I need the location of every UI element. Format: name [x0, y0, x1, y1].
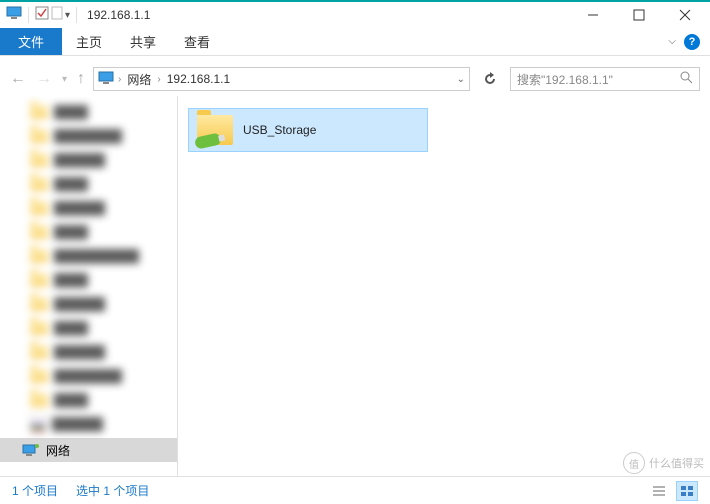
- refresh-button[interactable]: [478, 67, 502, 91]
- tree-item[interactable]: ████: [0, 220, 177, 244]
- close-button[interactable]: [662, 2, 708, 28]
- breadcrumb-host[interactable]: 192.168.1.1: [165, 72, 232, 86]
- view-large-icons-button[interactable]: [676, 481, 698, 501]
- checkbox-icon[interactable]: [35, 6, 49, 25]
- network-icon: [22, 442, 40, 459]
- navigation-tree[interactable]: ████ ████████ ██████ ████ ██████ ████ ██…: [0, 96, 178, 476]
- content-pane[interactable]: USB_Storage: [178, 96, 710, 476]
- view-details-button[interactable]: [648, 481, 670, 501]
- back-button[interactable]: ←: [10, 70, 26, 88]
- up-button[interactable]: ↑: [77, 70, 85, 88]
- status-selection: 选中 1 个项目: [76, 482, 149, 499]
- tree-item[interactable]: ████████: [0, 124, 177, 148]
- breadcrumb-network[interactable]: 网络: [125, 71, 153, 88]
- address-row: ← → ▾ ↑ › 网络 › 192.168.1.1 ⌄ 搜索"192.168.…: [0, 62, 710, 96]
- watermark-icon: 值: [623, 452, 645, 474]
- address-dropdown-icon[interactable]: ⌄: [457, 74, 465, 85]
- search-icon: [680, 71, 693, 87]
- tree-item[interactable]: ████: [0, 268, 177, 292]
- watermark: 值 什么值得买: [623, 452, 704, 474]
- tree-item[interactable]: ██████: [0, 412, 177, 436]
- status-bar: 1 个项目 选中 1 个项目: [0, 476, 710, 504]
- chevron-right-icon[interactable]: ›: [118, 74, 121, 85]
- window-title: 192.168.1.1: [87, 8, 150, 22]
- ribbon: 文件 主页 共享 查看 ⌵ ?: [0, 28, 710, 56]
- main-area: ████ ████████ ██████ ████ ██████ ████ ██…: [0, 96, 710, 476]
- tree-item[interactable]: ██████: [0, 292, 177, 316]
- file-tab[interactable]: 文件: [0, 28, 62, 55]
- watermark-text: 什么值得买: [649, 455, 704, 471]
- page-icon[interactable]: [51, 6, 63, 25]
- status-count: 1 个项目: [12, 482, 58, 499]
- monitor-icon: [6, 6, 22, 25]
- expand-ribbon-icon[interactable]: ⌵: [668, 36, 676, 47]
- folder-item-usb-storage[interactable]: USB_Storage: [188, 108, 428, 152]
- search-placeholder: 搜索"192.168.1.1": [517, 71, 613, 88]
- tab-share[interactable]: 共享: [116, 28, 170, 55]
- qat-dropdown-icon[interactable]: ▾: [65, 10, 70, 21]
- tree-item[interactable]: ████: [0, 316, 177, 340]
- tree-item[interactable]: ████: [0, 172, 177, 196]
- tree-network-item[interactable]: 网络: [0, 438, 177, 462]
- titlebar: ▾ 192.168.1.1: [0, 0, 710, 28]
- tree-item[interactable]: ████: [0, 388, 177, 412]
- maximize-button[interactable]: [616, 2, 662, 28]
- forward-button[interactable]: →: [36, 70, 52, 88]
- folder-icon: [197, 115, 233, 145]
- address-bar[interactable]: › 网络 › 192.168.1.1 ⌄: [93, 67, 470, 91]
- tab-view[interactable]: 查看: [170, 28, 224, 55]
- folder-label: USB_Storage: [243, 123, 316, 137]
- tree-network-label: 网络: [46, 442, 70, 459]
- tree-item[interactable]: ██████: [0, 340, 177, 364]
- search-input[interactable]: 搜索"192.168.1.1": [510, 67, 700, 91]
- help-icon[interactable]: ?: [684, 34, 700, 50]
- tree-item[interactable]: ████: [0, 100, 177, 124]
- tree-item[interactable]: ██████████: [0, 244, 177, 268]
- tree-item[interactable]: ████████: [0, 364, 177, 388]
- history-dropdown-icon[interactable]: ▾: [62, 74, 67, 85]
- tree-item[interactable]: ██████: [0, 148, 177, 172]
- tab-home[interactable]: 主页: [62, 28, 116, 55]
- tree-item[interactable]: ██████: [0, 196, 177, 220]
- minimize-button[interactable]: [570, 2, 616, 28]
- monitor-icon: [98, 71, 114, 88]
- chevron-right-icon[interactable]: ›: [157, 74, 160, 85]
